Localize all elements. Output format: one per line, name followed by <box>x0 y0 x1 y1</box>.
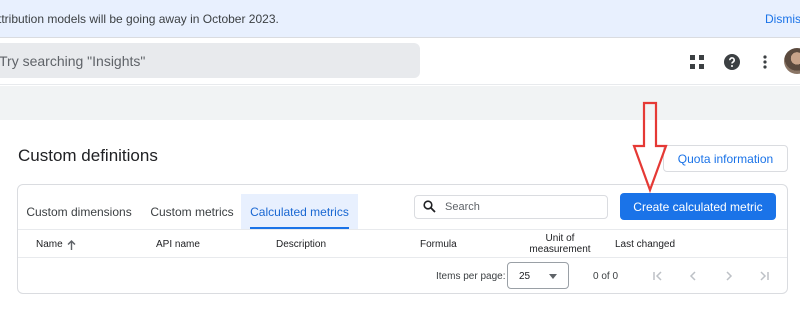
top-bar: Try searching "Insights" <box>0 38 800 85</box>
quota-information-button[interactable]: Quota information <box>663 145 788 172</box>
header-strip <box>0 86 800 120</box>
dropdown-caret-icon <box>549 274 557 279</box>
column-header-description[interactable]: Description <box>276 239 326 250</box>
table-header: Name API name Description Formula Unit o… <box>18 229 787 258</box>
column-header-unit-of-measurement[interactable]: Unit of measurement <box>518 233 602 255</box>
sort-arrow-up-icon <box>67 239 76 250</box>
banner-message: ttribution models will be going away in … <box>0 12 279 26</box>
avatar[interactable] <box>784 48 800 74</box>
items-per-page-select[interactable]: 25 <box>507 262 569 289</box>
red-annotation-arrow <box>632 101 668 194</box>
create-calculated-metric-button[interactable]: Create calculated metric <box>620 193 776 220</box>
table-search-input[interactable]: Search <box>414 195 608 219</box>
column-header-name-label: Name <box>36 239 63 250</box>
column-header-api-name[interactable]: API name <box>156 239 200 250</box>
column-header-name[interactable]: Name <box>36 239 76 250</box>
more-vert-icon[interactable] <box>754 51 776 73</box>
tab-calculated-metrics[interactable]: Calculated metrics <box>241 194 358 229</box>
tab-calculated-metrics-label: Calculated metrics <box>250 204 349 219</box>
global-search-input[interactable]: Try searching "Insights" <box>0 43 420 78</box>
definitions-card: Custom dimensions Custom metrics Calcula… <box>17 184 788 294</box>
column-header-last-changed[interactable]: Last changed <box>615 239 675 250</box>
last-page-icon[interactable] <box>756 268 772 284</box>
page-title: Custom definitions <box>18 146 158 165</box>
tab-custom-dimensions[interactable]: Custom dimensions <box>18 194 140 229</box>
apps-grid-icon[interactable] <box>686 51 708 73</box>
previous-page-icon[interactable] <box>685 268 701 284</box>
pagination-range: 0 of 0 <box>593 271 619 282</box>
pagination: Items per page: 25 0 of 0 <box>18 258 787 293</box>
items-per-page-value: 25 <box>519 271 531 282</box>
column-header-formula[interactable]: Formula <box>420 239 457 250</box>
global-search-placeholder: Try searching "Insights" <box>0 53 146 69</box>
notification-banner: ttribution models will be going away in … <box>0 0 800 38</box>
help-icon[interactable] <box>721 51 743 73</box>
items-per-page-label: Items per page: <box>436 271 506 282</box>
dismiss-link[interactable]: Dismiss <box>765 12 800 26</box>
search-icon <box>423 200 436 218</box>
tab-custom-metrics[interactable]: Custom metrics <box>142 194 242 229</box>
first-page-icon[interactable] <box>650 268 666 284</box>
table-search-placeholder: Search <box>445 201 480 213</box>
next-page-icon[interactable] <box>721 268 737 284</box>
